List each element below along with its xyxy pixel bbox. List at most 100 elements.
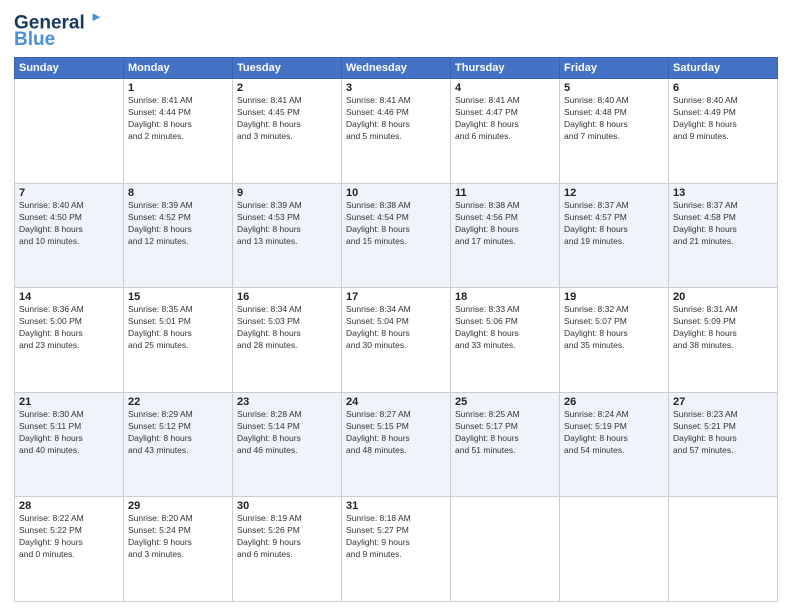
week-row-1: 1Sunrise: 8:41 AMSunset: 4:44 PMDaylight… (15, 79, 778, 184)
day-number: 25 (455, 396, 555, 408)
day-info: Sunrise: 8:20 AMSunset: 5:24 PMDaylight:… (128, 513, 228, 561)
day-number: 8 (128, 187, 228, 199)
day-info: Sunrise: 8:27 AMSunset: 5:15 PMDaylight:… (346, 409, 446, 457)
day-number: 1 (128, 82, 228, 94)
day-cell: 14Sunrise: 8:36 AMSunset: 5:00 PMDayligh… (15, 288, 124, 393)
weekday-header-thursday: Thursday (451, 58, 560, 79)
day-info: Sunrise: 8:41 AMSunset: 4:44 PMDaylight:… (128, 95, 228, 143)
day-number: 6 (673, 82, 773, 94)
day-info: Sunrise: 8:25 AMSunset: 5:17 PMDaylight:… (455, 409, 555, 457)
day-info: Sunrise: 8:22 AMSunset: 5:22 PMDaylight:… (19, 513, 119, 561)
day-info: Sunrise: 8:40 AMSunset: 4:49 PMDaylight:… (673, 95, 773, 143)
weekday-header-saturday: Saturday (669, 58, 778, 79)
day-number: 28 (19, 500, 119, 512)
week-row-3: 14Sunrise: 8:36 AMSunset: 5:00 PMDayligh… (15, 288, 778, 393)
day-info: Sunrise: 8:41 AMSunset: 4:45 PMDaylight:… (237, 95, 337, 143)
day-number: 30 (237, 500, 337, 512)
day-number: 12 (564, 187, 664, 199)
day-cell (15, 79, 124, 184)
day-number: 4 (455, 82, 555, 94)
day-cell: 11Sunrise: 8:38 AMSunset: 4:56 PMDayligh… (451, 183, 560, 288)
day-cell: 27Sunrise: 8:23 AMSunset: 5:21 PMDayligh… (669, 392, 778, 497)
day-cell: 31Sunrise: 8:18 AMSunset: 5:27 PMDayligh… (342, 497, 451, 602)
calendar-table: SundayMondayTuesdayWednesdayThursdayFrid… (14, 57, 778, 602)
day-info: Sunrise: 8:34 AMSunset: 5:03 PMDaylight:… (237, 304, 337, 352)
day-number: 7 (19, 187, 119, 199)
day-info: Sunrise: 8:38 AMSunset: 4:54 PMDaylight:… (346, 200, 446, 248)
day-info: Sunrise: 8:31 AMSunset: 5:09 PMDaylight:… (673, 304, 773, 352)
day-info: Sunrise: 8:19 AMSunset: 5:26 PMDaylight:… (237, 513, 337, 561)
day-number: 10 (346, 187, 446, 199)
day-number: 9 (237, 187, 337, 199)
day-cell: 9Sunrise: 8:39 AMSunset: 4:53 PMDaylight… (233, 183, 342, 288)
day-cell: 4Sunrise: 8:41 AMSunset: 4:47 PMDaylight… (451, 79, 560, 184)
day-cell: 25Sunrise: 8:25 AMSunset: 5:17 PMDayligh… (451, 392, 560, 497)
day-cell: 28Sunrise: 8:22 AMSunset: 5:22 PMDayligh… (15, 497, 124, 602)
day-cell: 3Sunrise: 8:41 AMSunset: 4:46 PMDaylight… (342, 79, 451, 184)
day-info: Sunrise: 8:28 AMSunset: 5:14 PMDaylight:… (237, 409, 337, 457)
weekday-header-row: SundayMondayTuesdayWednesdayThursdayFrid… (15, 58, 778, 79)
day-cell: 1Sunrise: 8:41 AMSunset: 4:44 PMDaylight… (124, 79, 233, 184)
day-number: 23 (237, 396, 337, 408)
day-number: 18 (455, 291, 555, 303)
day-info: Sunrise: 8:40 AMSunset: 4:48 PMDaylight:… (564, 95, 664, 143)
day-number: 5 (564, 82, 664, 94)
weekday-header-sunday: Sunday (15, 58, 124, 79)
day-number: 15 (128, 291, 228, 303)
day-info: Sunrise: 8:30 AMSunset: 5:11 PMDaylight:… (19, 409, 119, 457)
day-number: 3 (346, 82, 446, 94)
day-info: Sunrise: 8:41 AMSunset: 4:47 PMDaylight:… (455, 95, 555, 143)
day-number: 20 (673, 291, 773, 303)
day-number: 27 (673, 396, 773, 408)
day-number: 11 (455, 187, 555, 199)
weekday-header-wednesday: Wednesday (342, 58, 451, 79)
day-info: Sunrise: 8:41 AMSunset: 4:46 PMDaylight:… (346, 95, 446, 143)
day-cell (451, 497, 560, 602)
day-cell (560, 497, 669, 602)
day-number: 17 (346, 291, 446, 303)
day-cell: 10Sunrise: 8:38 AMSunset: 4:54 PMDayligh… (342, 183, 451, 288)
day-info: Sunrise: 8:35 AMSunset: 5:01 PMDaylight:… (128, 304, 228, 352)
page: General ► Blue SundayMondayTuesdayWednes… (0, 0, 792, 612)
day-cell: 21Sunrise: 8:30 AMSunset: 5:11 PMDayligh… (15, 392, 124, 497)
day-number: 2 (237, 82, 337, 94)
week-row-2: 7Sunrise: 8:40 AMSunset: 4:50 PMDaylight… (15, 183, 778, 288)
logo: General ► Blue (14, 10, 103, 49)
week-row-4: 21Sunrise: 8:30 AMSunset: 5:11 PMDayligh… (15, 392, 778, 497)
day-number: 22 (128, 396, 228, 408)
day-cell: 30Sunrise: 8:19 AMSunset: 5:26 PMDayligh… (233, 497, 342, 602)
logo-blue: Blue (14, 30, 55, 49)
day-cell: 12Sunrise: 8:37 AMSunset: 4:57 PMDayligh… (560, 183, 669, 288)
day-info: Sunrise: 8:24 AMSunset: 5:19 PMDaylight:… (564, 409, 664, 457)
day-info: Sunrise: 8:37 AMSunset: 4:58 PMDaylight:… (673, 200, 773, 248)
day-info: Sunrise: 8:39 AMSunset: 4:53 PMDaylight:… (237, 200, 337, 248)
day-cell: 6Sunrise: 8:40 AMSunset: 4:49 PMDaylight… (669, 79, 778, 184)
weekday-header-friday: Friday (560, 58, 669, 79)
day-cell: 13Sunrise: 8:37 AMSunset: 4:58 PMDayligh… (669, 183, 778, 288)
weekday-header-monday: Monday (124, 58, 233, 79)
day-number: 13 (673, 187, 773, 199)
day-cell: 18Sunrise: 8:33 AMSunset: 5:06 PMDayligh… (451, 288, 560, 393)
day-number: 29 (128, 500, 228, 512)
day-number: 24 (346, 396, 446, 408)
day-number: 21 (19, 396, 119, 408)
day-number: 26 (564, 396, 664, 408)
week-row-5: 28Sunrise: 8:22 AMSunset: 5:22 PMDayligh… (15, 497, 778, 602)
day-info: Sunrise: 8:18 AMSunset: 5:27 PMDaylight:… (346, 513, 446, 561)
day-cell: 24Sunrise: 8:27 AMSunset: 5:15 PMDayligh… (342, 392, 451, 497)
day-info: Sunrise: 8:29 AMSunset: 5:12 PMDaylight:… (128, 409, 228, 457)
weekday-header-tuesday: Tuesday (233, 58, 342, 79)
day-cell: 2Sunrise: 8:41 AMSunset: 4:45 PMDaylight… (233, 79, 342, 184)
day-info: Sunrise: 8:23 AMSunset: 5:21 PMDaylight:… (673, 409, 773, 457)
day-cell (669, 497, 778, 602)
day-number: 19 (564, 291, 664, 303)
day-cell: 26Sunrise: 8:24 AMSunset: 5:19 PMDayligh… (560, 392, 669, 497)
day-cell: 19Sunrise: 8:32 AMSunset: 5:07 PMDayligh… (560, 288, 669, 393)
day-number: 14 (19, 291, 119, 303)
day-info: Sunrise: 8:37 AMSunset: 4:57 PMDaylight:… (564, 200, 664, 248)
day-cell: 29Sunrise: 8:20 AMSunset: 5:24 PMDayligh… (124, 497, 233, 602)
day-info: Sunrise: 8:39 AMSunset: 4:52 PMDaylight:… (128, 200, 228, 248)
day-info: Sunrise: 8:36 AMSunset: 5:00 PMDaylight:… (19, 304, 119, 352)
day-info: Sunrise: 8:34 AMSunset: 5:04 PMDaylight:… (346, 304, 446, 352)
day-cell: 20Sunrise: 8:31 AMSunset: 5:09 PMDayligh… (669, 288, 778, 393)
